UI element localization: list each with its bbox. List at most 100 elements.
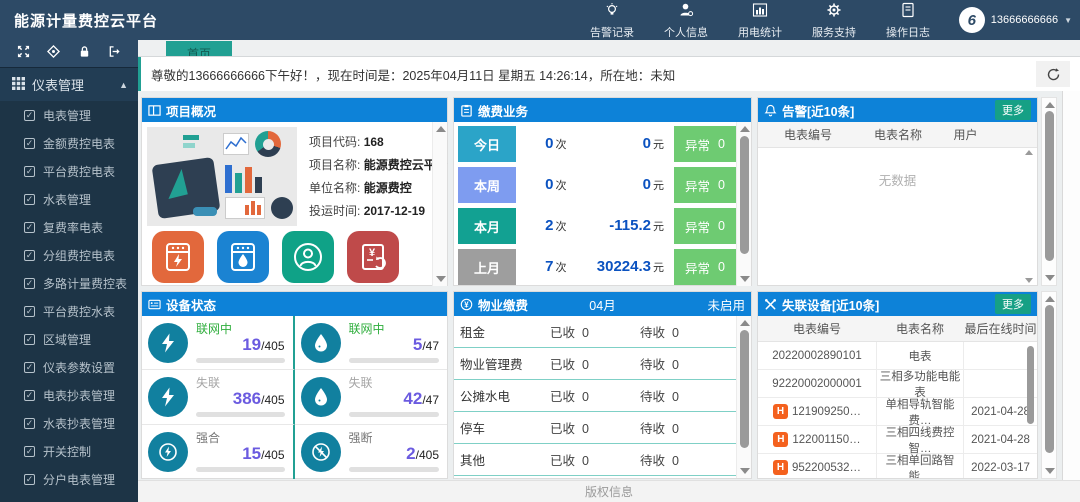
project-field: 项目名称: 能源费控云平台 bbox=[309, 154, 448, 177]
sidebar-item-group-feecontrol[interactable]: ✓分组费控电表 bbox=[0, 241, 138, 269]
table-row[interactable]: H122001150… 三相四线费控智… 2021-04-28 bbox=[758, 426, 1037, 454]
collapse-arrow-icon: ▲ bbox=[119, 80, 128, 90]
nav-personal-info[interactable]: 个人信息 bbox=[664, 0, 708, 40]
footer: 版权信息 bbox=[138, 480, 1080, 502]
pending-value: 0 bbox=[672, 390, 679, 404]
tab-home[interactable]: 首页 bbox=[166, 41, 232, 56]
progress-bar bbox=[196, 358, 285, 363]
alarm-table-header: 电表编号 电表名称 用户 bbox=[758, 122, 1037, 148]
nav-service-support[interactable]: 服务支持 bbox=[812, 0, 856, 40]
card-icon bbox=[148, 298, 161, 311]
scroll-up-icon[interactable] bbox=[1045, 102, 1055, 108]
offline-outer-scrollbar[interactable] bbox=[1041, 291, 1057, 479]
sidebar-item-water-reading[interactable]: ✓水表抄表管理 bbox=[0, 409, 138, 437]
scroll-up-icon[interactable] bbox=[1025, 150, 1033, 155]
received-value: 0 bbox=[582, 358, 589, 372]
alarm-table-body: 无数据 bbox=[758, 148, 1037, 285]
meter-no: 20220002890101 bbox=[772, 350, 862, 362]
device-status-label: 强断 bbox=[349, 431, 440, 445]
scroll-thumb[interactable] bbox=[740, 136, 749, 254]
offline-inner-scroll-thumb[interactable] bbox=[1027, 346, 1034, 424]
alarm-outer-scrollbar[interactable] bbox=[1041, 97, 1057, 286]
sidebar-menu-meter-management[interactable]: 仪表管理 ▲ bbox=[0, 68, 138, 101]
sidebar-item-multirate-meter[interactable]: ✓复费率电表 bbox=[0, 213, 138, 241]
meter-name: 三相四线费控智… bbox=[876, 426, 964, 453]
sidebar-item-meter-reading[interactable]: ✓电表抄表管理 bbox=[0, 381, 138, 409]
sidebar-item-multichannel-meter[interactable]: ✓多路计量费控表 bbox=[0, 269, 138, 297]
locate-icon[interactable] bbox=[47, 45, 60, 63]
checkbox-icon: ✓ bbox=[24, 110, 35, 121]
scroll-down-icon[interactable] bbox=[740, 276, 750, 282]
payment-row-week: 本周 0次0元 异常0 bbox=[458, 167, 736, 203]
electric-meter-shortcut[interactable] bbox=[152, 231, 204, 283]
scroll-down-icon[interactable] bbox=[740, 468, 750, 474]
sidebar-item-region-mgmt[interactable]: ✓区域管理 bbox=[0, 325, 138, 353]
sidebar-item-label: 开关控制 bbox=[43, 443, 91, 460]
scroll-thumb[interactable] bbox=[1045, 305, 1054, 453]
refresh-button[interactable] bbox=[1036, 61, 1070, 87]
page-scrollbar[interactable] bbox=[1062, 91, 1080, 480]
sidebar: 仪表管理 ▲ ✓电表管理 ✓金额费控电表 ✓平台费控电表 ✓水表管理 ✓复费率电… bbox=[0, 40, 138, 502]
last-online: 2021-04-28 bbox=[964, 434, 1037, 446]
scroll-thumb[interactable] bbox=[1045, 111, 1054, 261]
nav-alarm-records[interactable]: 告警记录 bbox=[590, 0, 634, 40]
user-shortcut[interactable] bbox=[282, 231, 334, 283]
table-row[interactable]: 92220002000001 三相多功能电能表 bbox=[758, 370, 1037, 398]
property-panel-scrollbar[interactable] bbox=[736, 316, 751, 478]
progress-bar bbox=[349, 412, 440, 417]
offline-more-button[interactable]: 更多 bbox=[995, 294, 1031, 314]
logout-icon[interactable] bbox=[108, 45, 121, 63]
chevron-down-icon: ▼ bbox=[1064, 16, 1072, 25]
menu-label: 仪表管理 bbox=[32, 75, 84, 94]
device-count: 42 bbox=[403, 389, 422, 408]
sidebar-item-amount-feecontrol[interactable]: ✓金额费控电表 bbox=[0, 129, 138, 157]
sidebar-item-switch-control[interactable]: ✓ 开关控制 bbox=[0, 437, 138, 465]
scroll-up-icon[interactable] bbox=[436, 126, 446, 132]
project-panel-scrollbar[interactable] bbox=[432, 122, 447, 286]
scroll-down-icon[interactable] bbox=[436, 276, 446, 282]
scroll-down-icon[interactable] bbox=[1025, 278, 1033, 283]
payment-panel-scrollbar[interactable] bbox=[736, 122, 751, 286]
property-row-mgmt-fee: 物业管理费 已收 0 待收 0 bbox=[454, 348, 736, 380]
sidebar-item-meter-params[interactable]: ✓仪表参数设置 bbox=[0, 353, 138, 381]
device-cell-water-online: 联网中 5/47 bbox=[295, 316, 448, 370]
abnormal-badge: 异常0 bbox=[674, 167, 736, 203]
nav-operation-log[interactable]: 操作日志 bbox=[886, 0, 930, 40]
user-menu[interactable]: 6 13666666666 ▼ bbox=[959, 0, 1072, 40]
top-nav: 告警记录 个人信息 用电统计 服务支持 操作日志 bbox=[590, 0, 930, 40]
table-row[interactable]: 20220002890101 电表 bbox=[758, 342, 1037, 370]
property-row-shared-utilities: 公摊水电 已收 0 待收 0 bbox=[454, 380, 736, 412]
water-meter-shortcut[interactable] bbox=[217, 231, 269, 283]
scroll-up-icon[interactable] bbox=[1045, 296, 1055, 302]
scroll-down-icon[interactable] bbox=[1045, 275, 1055, 281]
bill-yuan-icon: ¥ bbox=[356, 240, 390, 274]
sidebar-item-label: 平台费控电表 bbox=[43, 163, 115, 180]
scroll-up-icon[interactable] bbox=[740, 126, 750, 132]
billing-shortcut[interactable]: ¥ bbox=[347, 231, 399, 283]
table-row[interactable]: H952200532… 三相单回路智能… 2022-03-17 bbox=[758, 454, 1037, 478]
panel-title: 项目概况 bbox=[166, 101, 216, 120]
table-row[interactable]: H121909250… 单相导轨智能费… 2021-04-28 bbox=[758, 398, 1037, 426]
sidebar-item-platform-feecontrol-water[interactable]: ✓平台费控水表 bbox=[0, 297, 138, 325]
sidebar-item-water-mgmt[interactable]: ✓水表管理 bbox=[0, 185, 138, 213]
nav-power-stats[interactable]: 用电统计 bbox=[738, 0, 782, 40]
checkbox-icon: ✓ bbox=[24, 362, 35, 373]
scroll-thumb[interactable] bbox=[740, 330, 749, 448]
checkbox-icon: ✓ bbox=[24, 446, 35, 457]
alarm-inner-scrollbar[interactable] bbox=[1025, 150, 1035, 283]
meter-name: 三相单回路智能… bbox=[876, 454, 964, 478]
sidebar-item-platform-feecontrol-meter[interactable]: ✓平台费控电表 bbox=[0, 157, 138, 185]
sidebar-item-household-meter[interactable]: ✓分户电表管理 bbox=[0, 465, 138, 493]
meter-no: 92220002000001 bbox=[772, 378, 862, 390]
panel-property-payment: ¥ 物业缴费 04月 未启用 租金 已收 0 待收 0 物业管理费 已收 0 待… bbox=[453, 291, 752, 479]
scroll-up-icon[interactable] bbox=[740, 320, 750, 326]
progress-bar bbox=[349, 358, 440, 363]
scroll-down-icon[interactable] bbox=[1045, 468, 1055, 474]
fullscreen-icon[interactable] bbox=[17, 45, 30, 63]
alarm-more-button[interactable]: 更多 bbox=[995, 100, 1031, 120]
pending-value: 0 bbox=[672, 326, 679, 340]
lock-icon[interactable] bbox=[78, 45, 91, 63]
sidebar-item-meter-mgmt[interactable]: ✓电表管理 bbox=[0, 101, 138, 129]
device-grid: 联网中 19/405 联网中 5/47 失联 386/405 bbox=[142, 316, 447, 479]
fee-name: 其他 bbox=[460, 450, 550, 469]
